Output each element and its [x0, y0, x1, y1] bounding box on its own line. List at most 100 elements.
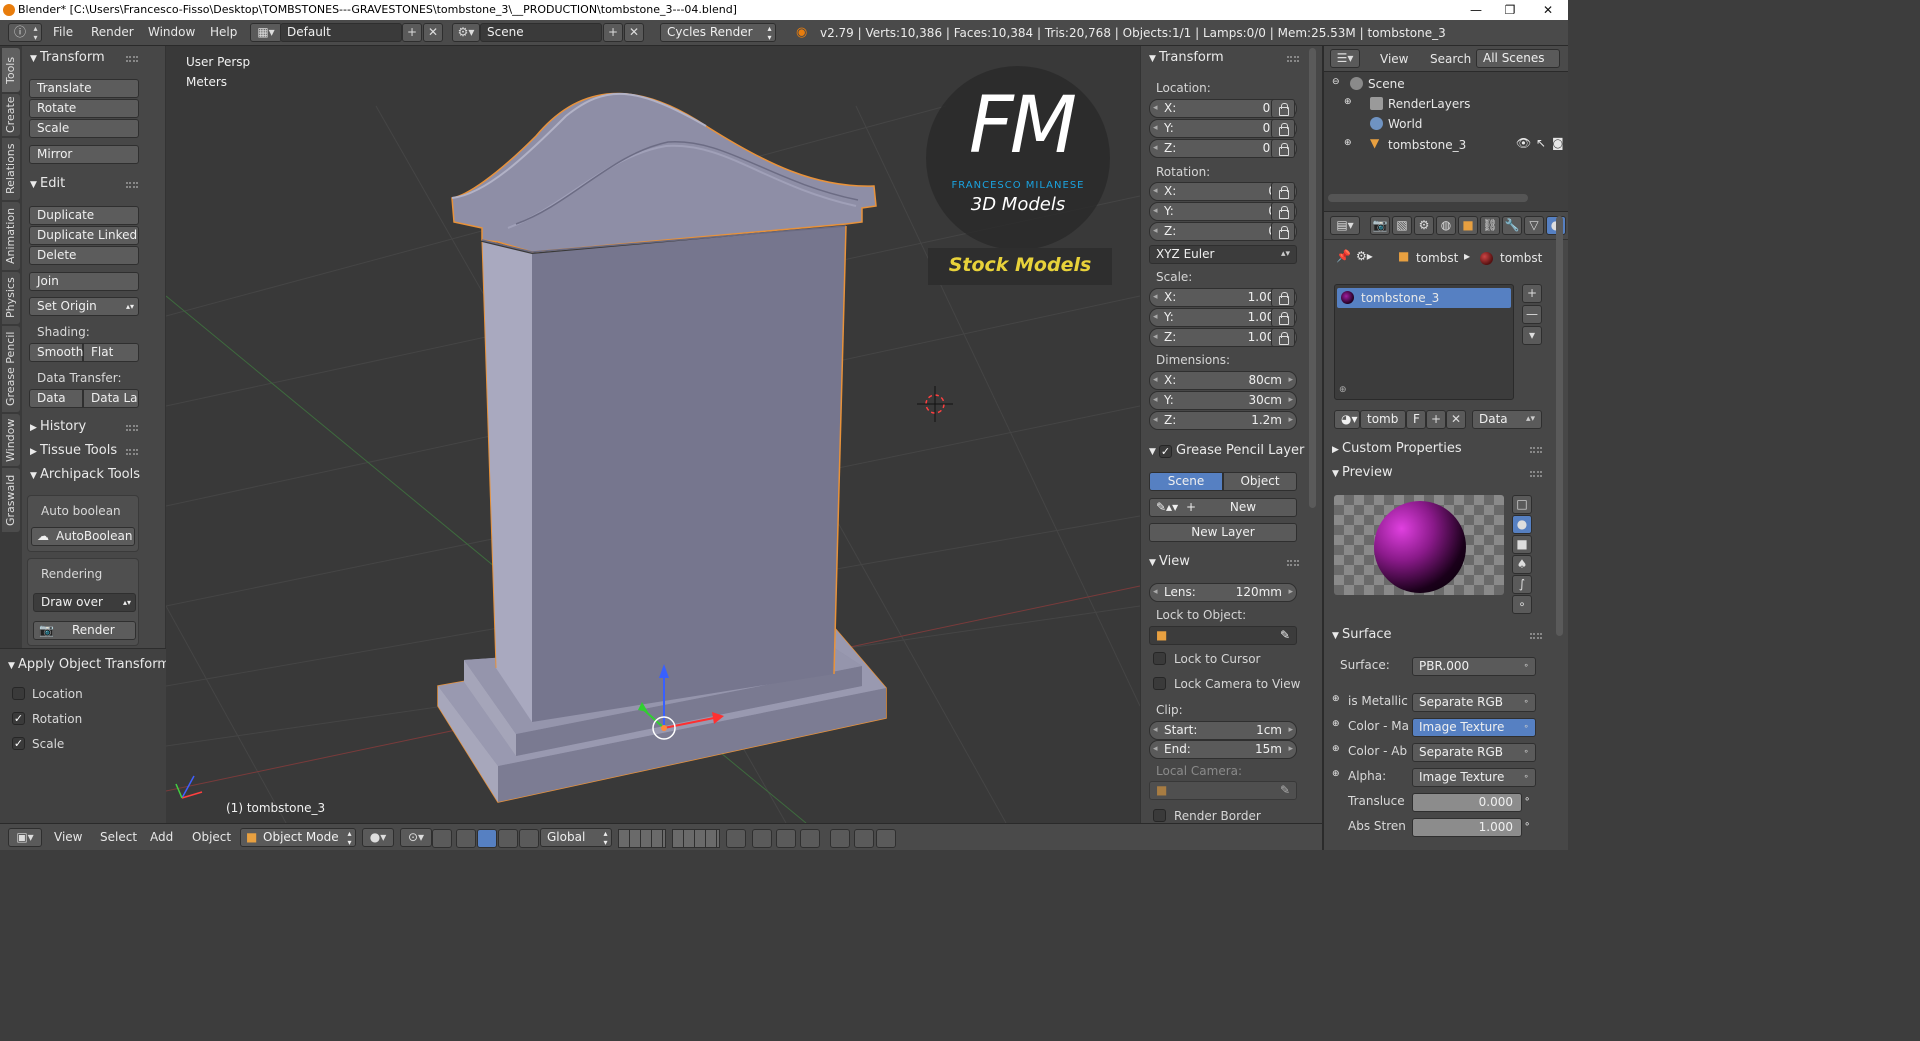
properties-editor-type-icon[interactable]: ▤▾ — [1330, 216, 1360, 235]
tissue-tools-panel-header[interactable]: ▶ Tissue Tools — [30, 443, 117, 458]
lock-layers-icon[interactable] — [726, 829, 746, 848]
render-animation-icon[interactable] — [854, 829, 874, 848]
material-specials-button[interactable]: ▾ — [1522, 326, 1542, 345]
lock-scale-y-icon[interactable] — [1271, 308, 1295, 327]
outliner-item-renderlayers[interactable]: RenderLayers — [1388, 97, 1470, 111]
dot-icon[interactable]: ∘ — [1524, 819, 1530, 830]
tab-graswald[interactable]: Graswald — [2, 468, 20, 532]
lens-field[interactable]: Lens: 120mm — [1149, 583, 1297, 602]
preview-panel-header[interactable]: ▼ Preview — [1332, 465, 1393, 480]
expand-input-icon[interactable]: ⊕ — [1332, 694, 1340, 704]
manipulator-orientation-icon[interactable] — [519, 829, 539, 848]
tab-tools[interactable]: Tools — [2, 48, 20, 92]
edit-panel-header[interactable]: ▼ Edit — [30, 176, 65, 191]
gp-new-button[interactable]: ✎▴▾ + New — [1149, 498, 1297, 517]
world-tab-icon[interactable]: ◍ — [1436, 216, 1456, 235]
delete-button[interactable]: Delete — [29, 246, 139, 265]
gp-scene-toggle[interactable]: Scene — [1149, 472, 1223, 491]
lock-scale-x-icon[interactable] — [1271, 288, 1295, 307]
translate-manipulator-icon[interactable] — [456, 829, 476, 848]
scene-field[interactable]: Scene — [480, 23, 602, 42]
preview-flat-icon[interactable]: □ — [1512, 495, 1532, 514]
dot-icon[interactable]: ∘ — [1524, 794, 1530, 805]
scale-manipulator-icon[interactable] — [498, 829, 518, 848]
lock-location-z-icon[interactable] — [1271, 139, 1295, 158]
lock-location-y-icon[interactable] — [1271, 119, 1295, 138]
preview-monkey-icon[interactable]: ♠ — [1512, 555, 1532, 574]
scale-checkbox[interactable]: ✓ — [12, 737, 25, 750]
lock-rotation-y-icon[interactable] — [1271, 202, 1295, 221]
clip-end-field[interactable]: End: 15m — [1149, 740, 1297, 759]
translate-button[interactable]: Translate — [29, 79, 139, 98]
mirror-button[interactable]: Mirror — [29, 145, 139, 164]
snap-element-icon[interactable] — [800, 829, 820, 848]
interaction-mode-select[interactable]: ■ Object Mode — [240, 828, 356, 847]
data-tab-icon[interactable]: ▽ — [1524, 216, 1544, 235]
drag-handle-icon[interactable] — [126, 182, 138, 188]
remove-layout-button[interactable]: ✕ — [423, 23, 443, 42]
drag-handle-icon[interactable] — [1530, 633, 1542, 639]
lock-object-field[interactable]: ■ ✎ — [1149, 626, 1297, 645]
drag-handle-icon[interactable] — [1530, 447, 1542, 453]
surface-shader-select[interactable]: PBR.000 ∘ — [1412, 657, 1536, 676]
tab-animation[interactable]: Animation — [2, 202, 20, 270]
manipulator-toggle-icon[interactable] — [432, 829, 452, 848]
rotation-checkbox[interactable]: ✓ — [12, 712, 25, 725]
lock-rotation-z-icon[interactable] — [1271, 222, 1295, 241]
drag-handle-icon[interactable] — [126, 449, 138, 455]
clip-start-field[interactable]: Start: 1cm — [1149, 721, 1297, 740]
render-border-checkbox[interactable] — [1153, 809, 1166, 822]
drag-handle-icon[interactable] — [1287, 56, 1299, 62]
operator-panel-header[interactable]: ▼ Apply Object Transform — [8, 657, 170, 672]
transform-orientation-select[interactable]: Global — [540, 828, 612, 847]
input-metallic-select[interactable]: Separate RGB ∘ — [1412, 693, 1536, 712]
tab-relations[interactable]: Relations — [2, 138, 20, 200]
history-panel-header[interactable]: ▶ History — [30, 419, 86, 434]
pin-icon[interactable]: 📌 — [1336, 249, 1351, 263]
outliner-menu-view[interactable]: View — [1380, 52, 1408, 66]
minimize-button[interactable]: — — [1458, 0, 1494, 20]
close-button[interactable]: ✕ — [1530, 0, 1566, 20]
rotate-button[interactable]: Rotate — [29, 99, 139, 118]
set-origin-select[interactable]: Set Origin ▴▾ — [29, 297, 139, 316]
editor-type-3dview-button[interactable]: ▣▾ — [8, 828, 42, 847]
maximize-button[interactable]: ❐ — [1492, 0, 1528, 20]
lock-location-x-icon[interactable] — [1271, 99, 1295, 118]
shade-flat-button[interactable]: Flat — [83, 343, 139, 362]
render-engine-select[interactable]: Cycles Render — [660, 23, 776, 42]
screen-layout-field[interactable]: Default — [280, 23, 402, 42]
grease-pencil-layer-header[interactable]: ▼ ✓ Grease Pencil Layer — [1149, 443, 1304, 458]
drag-handle-icon[interactable] — [126, 56, 138, 62]
3d-viewport[interactable]: User Persp Meters (1) tombstone_3 FM FRA… — [166, 46, 1140, 823]
breadcrumb-material[interactable]: tombst — [1500, 251, 1542, 265]
dimension-z-field[interactable]: Z: 1.2m — [1149, 411, 1297, 430]
snap-magnet-icon[interactable] — [776, 829, 796, 848]
scene-tab-icon[interactable]: ⚙ — [1414, 216, 1434, 235]
translucency-slider[interactable]: 0.000 — [1412, 793, 1522, 812]
input-color-ab-select[interactable]: Separate RGB ∘ — [1412, 743, 1536, 762]
menu-file[interactable]: File — [53, 25, 73, 39]
lock-scale-z-icon[interactable] — [1271, 328, 1295, 347]
lock-camera-checkbox[interactable] — [1153, 677, 1166, 690]
outliner-menu-search[interactable]: Search — [1430, 52, 1471, 66]
preview-cube-icon[interactable]: ■ — [1512, 535, 1532, 554]
material-name-field[interactable]: tomb — [1360, 410, 1406, 429]
gp-object-toggle[interactable]: Object — [1223, 472, 1297, 491]
surface-panel-header[interactable]: ▼ Surface — [1332, 627, 1392, 642]
duplicate-linked-button[interactable]: Duplicate Linked — [29, 226, 139, 245]
scale-button[interactable]: Scale — [29, 119, 139, 138]
menu-window[interactable]: Window — [148, 25, 195, 39]
outliner-hscrollbar[interactable] — [1328, 194, 1528, 202]
view-panel-header[interactable]: ▼ View — [1149, 554, 1190, 569]
3d-cursor[interactable] — [917, 386, 953, 422]
drag-handle-icon[interactable] — [1530, 471, 1542, 477]
render-tab-icon[interactable]: 📷 — [1370, 216, 1390, 235]
dimension-y-field[interactable]: Y: 30cm — [1149, 391, 1297, 410]
shade-smooth-button[interactable]: Smooth — [29, 343, 83, 362]
browse-material-icon[interactable]: ◕▾ — [1334, 410, 1360, 429]
material-link-select[interactable]: Data ▴▾ — [1472, 410, 1542, 429]
layer-buttons-group-2[interactable] — [672, 829, 720, 848]
expand-icon[interactable]: ⊕ — [1344, 138, 1352, 148]
outliner-item-tombstone[interactable]: tombstone_3 — [1388, 138, 1466, 152]
pivot-point-icon[interactable]: ⊙▾ — [400, 828, 432, 847]
